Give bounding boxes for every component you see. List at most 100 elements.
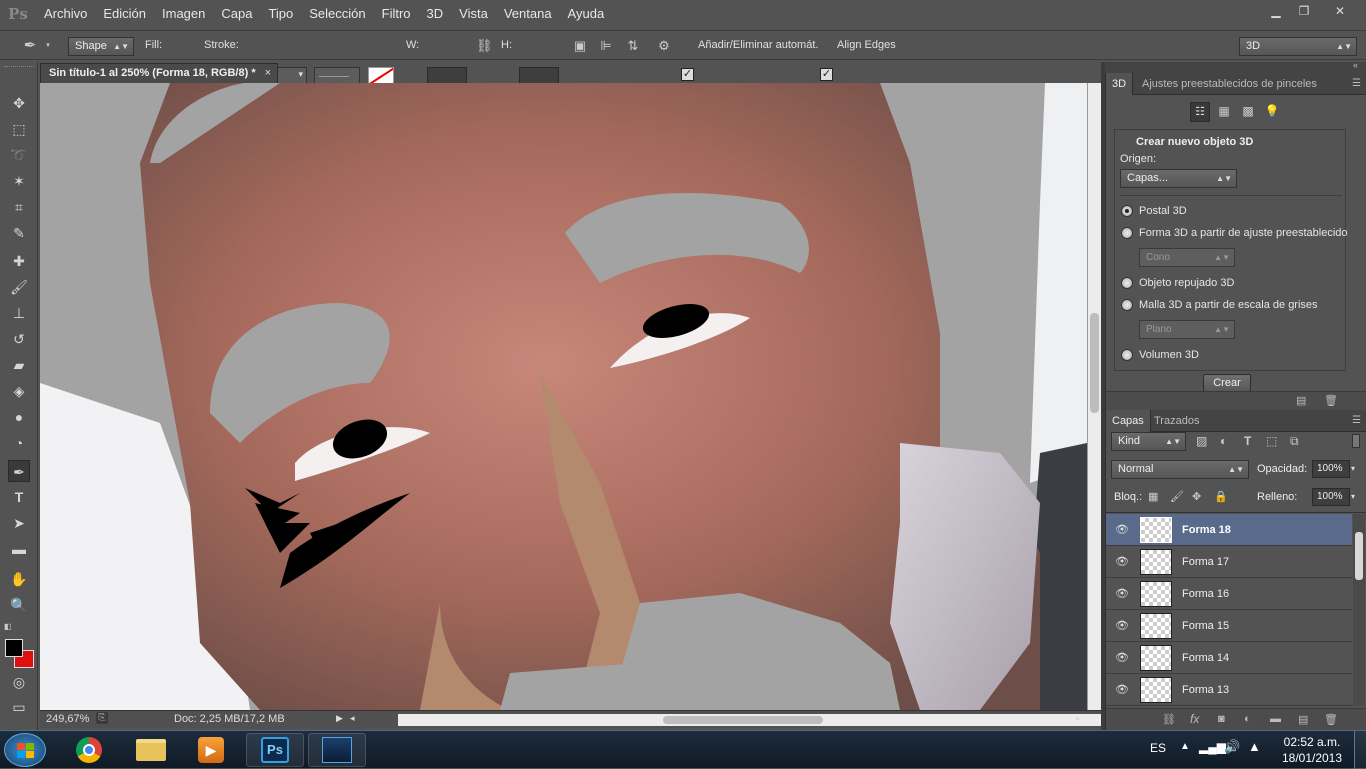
create-button[interactable]: Crear [1203, 374, 1251, 392]
new-item-icon[interactable]: ▤ [1296, 394, 1306, 407]
paint-bucket-tool-icon[interactable]: ◈ [8, 380, 30, 402]
rectangle-tool-icon[interactable]: ▬ [8, 538, 30, 560]
shape-filter-icon[interactable]: ⬚ [1266, 434, 1277, 448]
mask-icon[interactable]: ◙ [1218, 713, 1225, 725]
menu-filtro[interactable]: Filtro [374, 0, 419, 28]
path-alignment-icon[interactable]: ⊫ [598, 38, 614, 54]
layer-row[interactable]: 👁 Forma 17 [1106, 546, 1352, 578]
eraser-tool-icon[interactable]: ▰ [8, 354, 30, 376]
panel-menu-icon[interactable]: ☰ [1352, 415, 1361, 426]
close-button[interactable]: ✕ [1318, 2, 1362, 20]
menu-ventana[interactable]: Ventana [496, 0, 560, 28]
eyedropper-tool-icon[interactable]: ✎ [8, 222, 30, 244]
type-filter-icon[interactable]: T [1244, 434, 1251, 448]
show-hidden-icons[interactable]: ▲ [1180, 741, 1190, 752]
document-tab[interactable]: Sin título-1 al 250% (Forma 18, RGB/8) *… [40, 63, 278, 83]
layer-row[interactable]: 👁 Forma 13 [1106, 674, 1352, 706]
volume-icon[interactable]: 🔊 [1224, 739, 1240, 755]
gear-icon[interactable]: ⚙ [656, 38, 672, 54]
restore-button[interactable]: ❐ [1290, 2, 1318, 20]
magic-wand-tool-icon[interactable]: ✶ [8, 170, 30, 192]
filter-toggle[interactable] [1352, 434, 1360, 448]
origin-select[interactable]: Capas... ▲▼ [1120, 169, 1237, 188]
tab-3d[interactable]: 3D [1106, 73, 1134, 95]
pixel-filter-icon[interactable]: ▨ [1196, 434, 1207, 448]
menu-archivo[interactable]: Archivo [36, 0, 95, 28]
clock-time[interactable]: 02:52 a.m. [1282, 735, 1342, 749]
drive-sync-icon[interactable]: ▲ [1248, 739, 1261, 754]
radio-extrusion[interactable] [1121, 277, 1133, 289]
visibility-eye-icon[interactable]: 👁 [1115, 619, 1129, 633]
close-tab-icon[interactable]: × [265, 64, 271, 83]
menu-tipo[interactable]: Tipo [260, 0, 301, 28]
path-selection-tool-icon[interactable]: ➤ [8, 512, 30, 534]
clock-date[interactable]: 18/01/2013 [1280, 751, 1344, 765]
new-layer-icon[interactable]: ▤ [1298, 713, 1308, 726]
vertical-scrollbar[interactable] [1087, 83, 1101, 710]
share-icon[interactable]: ⎘ [96, 712, 108, 724]
default-colors-icon[interactable]: ◧ [4, 622, 14, 632]
visibility-eye-icon[interactable]: 👁 [1115, 523, 1129, 537]
chrome-icon[interactable] [60, 733, 118, 767]
scroll-right-arrow-icon[interactable]: ▸ [1076, 713, 1081, 724]
tab-brush-presets[interactable]: Ajustes preestablecidos de pinceles [1136, 73, 1323, 95]
grayscale-mesh-select[interactable]: Plano ▲▼ [1139, 320, 1235, 339]
fill-chevron-icon[interactable]: ▾ [1351, 488, 1363, 506]
mesh-filter-icon[interactable]: ▦ [1216, 104, 1232, 120]
explorer-icon[interactable] [122, 733, 180, 767]
lock-position-icon[interactable]: ✥ [1192, 490, 1201, 503]
horizontal-scroll-thumb[interactable] [663, 716, 823, 724]
light-filter-icon[interactable]: 💡 [1264, 104, 1280, 120]
smart-object-filter-icon[interactable]: ⧉ [1290, 434, 1299, 449]
history-brush-tool-icon[interactable]: ↺ [8, 328, 30, 350]
preset-shape-select[interactable]: Cono ▲▼ [1139, 248, 1235, 267]
preset-arrow-icon[interactable]: ▾ [40, 38, 56, 54]
vertical-scroll-thumb[interactable] [1090, 313, 1099, 413]
tab-trazados[interactable]: Trazados [1148, 410, 1205, 432]
fx-icon[interactable]: fx [1190, 712, 1199, 726]
menu-capa[interactable]: Capa [213, 0, 260, 28]
stroke-swatch-none[interactable] [368, 67, 394, 84]
start-button[interactable] [4, 733, 46, 767]
hand-tool-icon[interactable]: ✋ [8, 568, 30, 590]
panel-menu-icon[interactable]: ☰ [1352, 78, 1361, 89]
layer-row[interactable]: 👁 Forma 16 [1106, 578, 1352, 610]
blur-tool-icon[interactable]: ● [8, 406, 30, 428]
auto-add-delete-checkbox[interactable]: ✓ [681, 68, 694, 81]
healing-brush-tool-icon[interactable]: ✚ [8, 250, 30, 272]
scene-filter-icon[interactable]: ☷ [1190, 102, 1210, 122]
adjustment-filter-icon[interactable]: ◐ [1220, 434, 1227, 448]
zoom-level[interactable]: 249,67% [46, 713, 89, 725]
pen-tool-preset-icon[interactable]: ✒ [22, 38, 38, 54]
clone-stamp-tool-icon[interactable]: ⊥ [8, 302, 30, 324]
type-tool-icon[interactable]: T [8, 486, 30, 508]
blend-mode-select[interactable]: Normal ▲▼ [1111, 460, 1249, 479]
opacity-field[interactable]: 100% [1312, 460, 1350, 478]
path-operations-icon[interactable]: ▣ [572, 38, 588, 54]
trash-icon[interactable]: 🗑 [1324, 394, 1338, 407]
layer-row[interactable]: 👁 Forma 18 [1106, 514, 1352, 546]
scroll-left-arrow-icon[interactable]: ◂ [350, 713, 355, 724]
dodge-tool-icon[interactable]: ◔ [8, 432, 30, 454]
opacity-chevron-icon[interactable]: ▾ [1351, 460, 1363, 478]
quick-mask-icon[interactable]: ◎ [8, 671, 30, 693]
workspace-select[interactable]: 3D ▲▼ [1239, 37, 1357, 56]
visibility-eye-icon[interactable]: 👁 [1115, 555, 1129, 569]
screen-mode-icon[interactable]: ▭ [8, 696, 30, 718]
trash-icon[interactable]: 🗑 [1324, 713, 1338, 726]
tool-mode-select[interactable]: Shape ▲▼ [68, 37, 134, 56]
material-filter-icon[interactable]: ▩ [1240, 104, 1256, 120]
visibility-eye-icon[interactable]: 👁 [1115, 587, 1129, 601]
crop-tool-icon[interactable]: ⌗ [8, 196, 30, 218]
show-desktop-button[interactable] [1354, 731, 1366, 769]
lock-all-icon[interactable]: 🔒 [1214, 490, 1228, 503]
doc-info[interactable]: Doc: 2,25 MB/17,2 MB [174, 713, 285, 725]
photoshop-icon[interactable]: Ps [246, 733, 304, 767]
menu-vista[interactable]: Vista [451, 0, 496, 28]
fill-field[interactable]: 100% [1312, 488, 1350, 506]
menu-seleccion[interactable]: Selección [301, 0, 373, 28]
toolbar-grip[interactable] [4, 66, 34, 69]
media-player-icon[interactable]: ▶ [182, 733, 240, 767]
lock-pixels-icon[interactable]: 🖌 [1170, 490, 1184, 503]
radio-grayscale-mesh[interactable] [1121, 299, 1133, 311]
